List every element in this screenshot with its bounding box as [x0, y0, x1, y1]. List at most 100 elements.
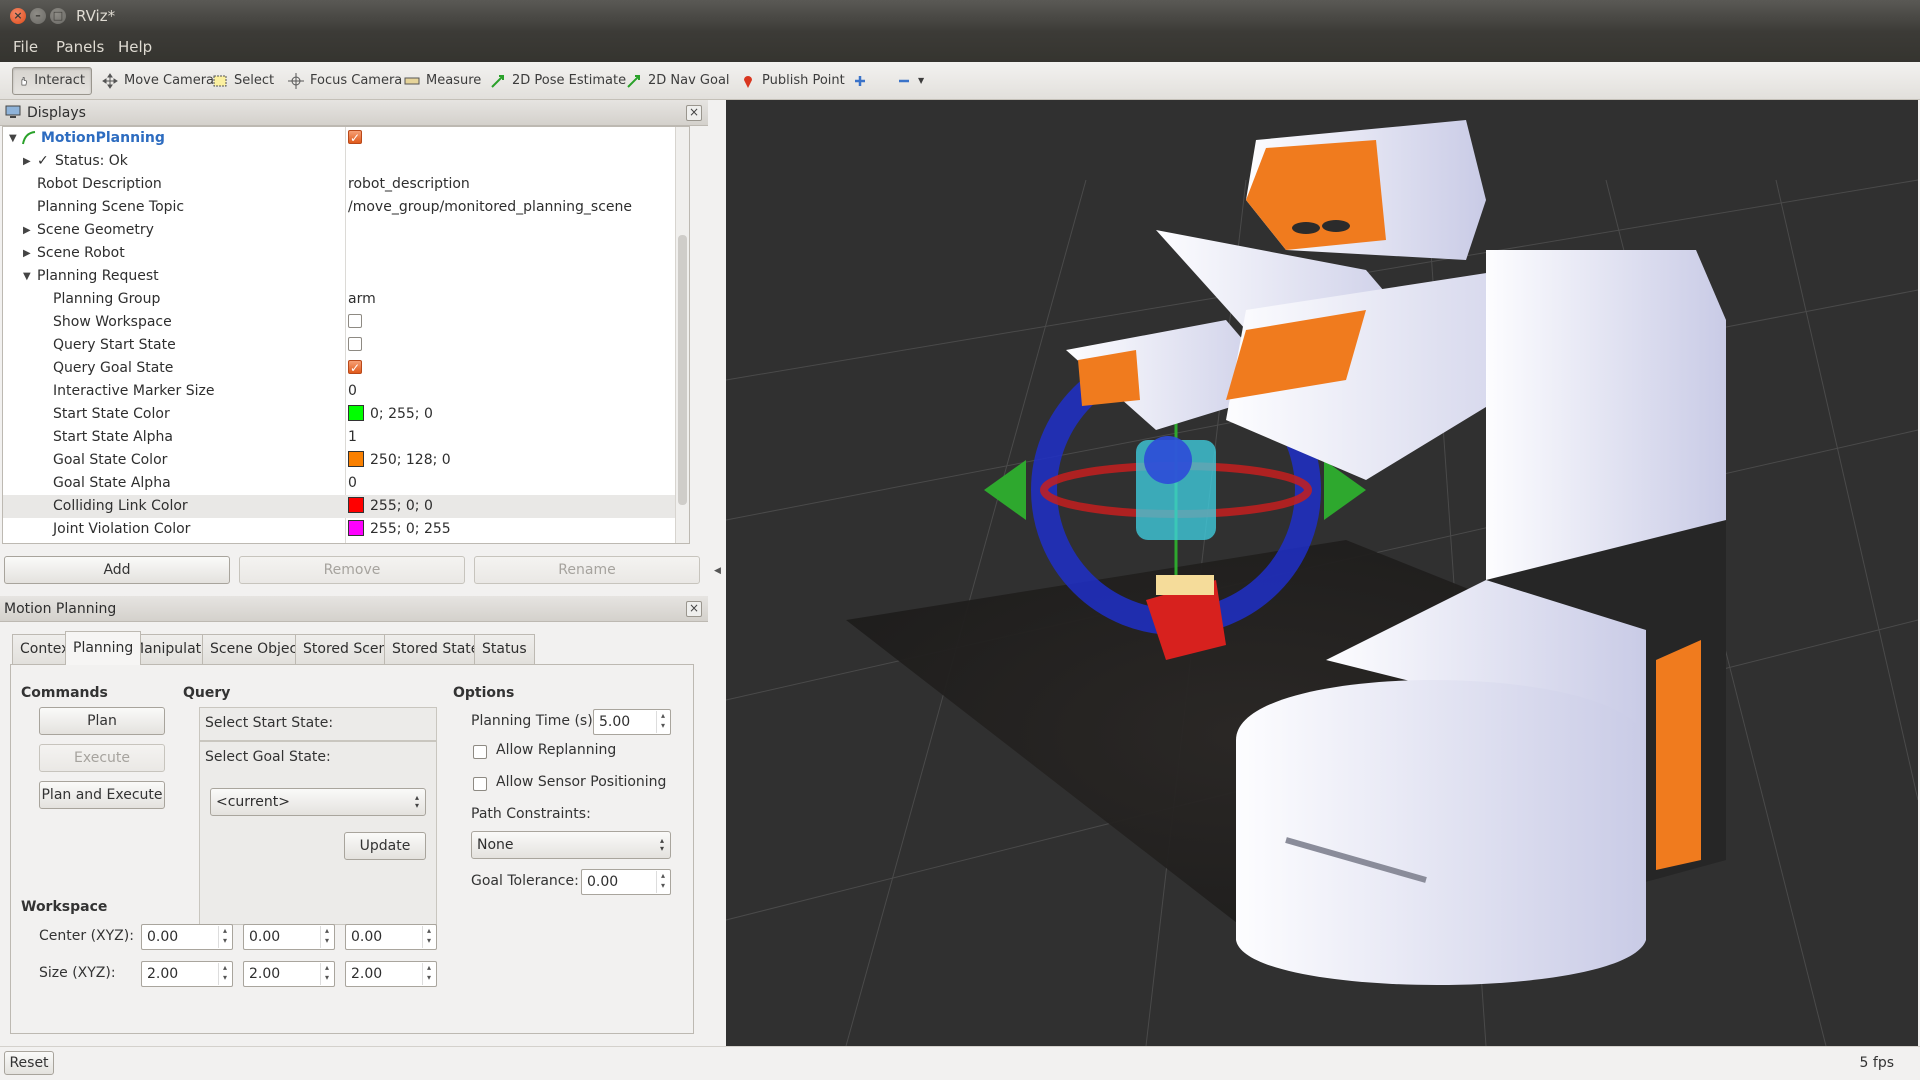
allow-sensor-checkbox[interactable]: [473, 777, 487, 791]
remove-tool-menu[interactable]: ▼: [890, 67, 930, 95]
update-button[interactable]: Update: [344, 832, 426, 860]
color-swatch[interactable]: [348, 519, 364, 536]
pose-estimate-tool[interactable]: 2D Pose Estimate: [484, 67, 632, 95]
tree-row-value[interactable]: 0: [348, 472, 357, 495]
tree-row-label: Scene Geometry: [37, 222, 154, 238]
tree-row-value[interactable]: [348, 334, 362, 357]
tree-row-value-text: /move_group/monitored_planning_scene: [348, 199, 633, 215]
tree-row[interactable]: Goal State Alpha 0: [3, 472, 689, 495]
expand-arrow-right-icon[interactable]: ▶: [23, 150, 31, 173]
tree-row-value[interactable]: 0; 255; 0: [348, 403, 433, 426]
size-z-input[interactable]: 2.00: [345, 961, 437, 987]
interact-tool[interactable]: Interact: [12, 67, 92, 95]
panel-splitter[interactable]: ◀: [708, 100, 726, 1046]
tree-row-value[interactable]: /move_group/monitored_planning_scene: [348, 196, 632, 219]
move-camera-label: Move Camera: [124, 73, 215, 88]
expand-arrow-down-icon[interactable]: ▼: [9, 127, 17, 150]
move-camera-tool[interactable]: Move Camera: [96, 67, 220, 95]
execute-button[interactable]: Execute: [39, 744, 165, 772]
tree-row[interactable]: Goal State Color 250; 128; 0: [3, 449, 689, 472]
plan-button[interactable]: Plan: [39, 707, 165, 735]
tree-row[interactable]: Robot Description robot_description: [3, 173, 689, 196]
reset-button[interactable]: Reset: [4, 1051, 54, 1075]
add-button[interactable]: Add: [4, 556, 230, 584]
tree-row-value[interactable]: [348, 127, 362, 150]
tree-row[interactable]: Start State Color 0; 255; 0: [3, 403, 689, 426]
tree-scrollbar[interactable]: [675, 127, 689, 543]
close-icon[interactable]: ×: [10, 8, 26, 24]
path-constraints-select[interactable]: None ▴ ▾: [471, 831, 671, 859]
tree-row[interactable]: Query Start State: [3, 334, 689, 357]
tree-row[interactable]: Colliding Link Color 255; 0; 0: [3, 495, 689, 518]
tree-row[interactable]: Joint Violation Color 255; 0; 255: [3, 518, 689, 541]
color-swatch[interactable]: [348, 450, 364, 467]
robot-base: [1236, 680, 1646, 985]
size-y-input[interactable]: 2.00: [243, 961, 335, 987]
maximize-icon[interactable]: □: [50, 8, 66, 24]
focus-camera-tool[interactable]: Focus Camera: [282, 67, 408, 95]
tree-row[interactable]: ▶ Scene Geometry: [3, 219, 689, 242]
tree-row-value[interactable]: 1: [348, 426, 357, 449]
tree-row[interactable]: Planning Scene Topic/move_group/monitore…: [3, 196, 689, 219]
tree-checkbox[interactable]: [348, 336, 362, 351]
tree-row[interactable]: ▶ Scene Robot: [3, 242, 689, 265]
publish-point-tool[interactable]: Publish Point: [734, 67, 851, 95]
tree-row[interactable]: Planning Group arm: [3, 288, 689, 311]
tree-row-value-text: 1: [348, 429, 357, 445]
menu-file[interactable]: File: [13, 38, 38, 56]
tree-row-value[interactable]: arm: [348, 288, 376, 311]
tab-planning[interactable]: Planning: [65, 631, 142, 665]
add-tool-button[interactable]: [846, 67, 874, 95]
expand-arrow-right-icon[interactable]: ▶: [23, 242, 31, 265]
color-swatch[interactable]: [348, 404, 364, 421]
goal-state-select[interactable]: <current> ▴ ▾: [210, 788, 426, 816]
tab-status[interactable]: Status: [474, 634, 535, 664]
center-y-input[interactable]: 0.00: [243, 924, 335, 950]
tree-row[interactable]: Show Workspace: [3, 311, 689, 334]
nav-goal-tool[interactable]: 2D Nav Goal: [620, 67, 736, 95]
tree-row-value-text: 255; 0; 255: [370, 521, 451, 537]
3d-viewport[interactable]: [726, 100, 1918, 1046]
tree-checkbox[interactable]: [348, 127, 362, 150]
expand-arrow-down-icon[interactable]: ▼: [23, 265, 31, 288]
planning-time-input[interactable]: 5.00: [593, 709, 671, 735]
remove-button[interactable]: Remove: [239, 556, 465, 584]
tree-row-value[interactable]: robot_description: [348, 173, 470, 196]
plan-and-execute-button[interactable]: Plan and Execute: [39, 781, 165, 809]
tree-row-value[interactable]: 255; 0; 255: [348, 518, 451, 541]
rename-button[interactable]: Rename: [474, 556, 700, 584]
collapse-left-icon[interactable]: ◀: [714, 566, 721, 576]
tree-row-value[interactable]: 0: [348, 380, 357, 403]
minimize-icon[interactable]: –: [30, 8, 46, 24]
tree-row-value[interactable]: 250; 128; 0: [348, 449, 451, 472]
wrist-joint-orange: [1078, 350, 1140, 406]
allow-replanning-checkbox[interactable]: [473, 745, 487, 759]
motion-planning-icon: [22, 131, 36, 145]
center-x-input[interactable]: 0.00: [141, 924, 233, 950]
tree-row-value[interactable]: [348, 311, 362, 334]
tree-checkbox[interactable]: [348, 313, 362, 328]
3d-scene[interactable]: [726, 100, 1918, 1046]
size-x-input[interactable]: 2.00: [141, 961, 233, 987]
color-swatch[interactable]: [348, 496, 364, 513]
goal-tolerance-input[interactable]: 0.00: [581, 869, 671, 895]
tree-row[interactable]: ▶ ✓ Status: Ok: [3, 150, 689, 173]
tree-row[interactable]: ▼ MotionPlanning: [3, 127, 689, 150]
menu-help[interactable]: Help: [118, 38, 152, 56]
close-icon[interactable]: ×: [686, 105, 702, 121]
menu-panels[interactable]: Panels: [56, 38, 104, 56]
tree-row[interactable]: ▼ Planning Request: [3, 265, 689, 288]
tree-row[interactable]: Start State Alpha 1: [3, 426, 689, 449]
close-icon[interactable]: ×: [686, 601, 702, 617]
tree-row-value[interactable]: 255; 0; 0: [348, 495, 433, 518]
select-tool[interactable]: Select: [206, 67, 280, 95]
tree-row-value[interactable]: [348, 357, 362, 380]
tree-row[interactable]: Interactive Marker Size 0: [3, 380, 689, 403]
measure-tool[interactable]: Measure: [398, 67, 487, 95]
expand-arrow-right-icon[interactable]: ▶: [23, 219, 31, 242]
tree-checkbox[interactable]: [348, 357, 362, 380]
scrollbar-thumb[interactable]: [678, 235, 687, 505]
center-z-input[interactable]: 0.00: [345, 924, 437, 950]
tree-row[interactable]: Query Goal State: [3, 357, 689, 380]
tree-row-label: Query Start State: [53, 337, 176, 353]
